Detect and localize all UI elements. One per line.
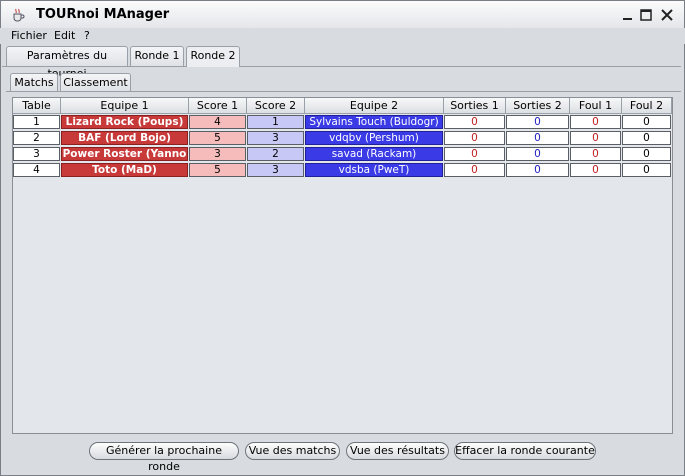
table-row-4-foul1[interactable]: 0 — [570, 163, 621, 177]
clear-round-button[interactable]: Effacer la ronde courante — [454, 442, 596, 460]
header-equipe-2[interactable]: Equipe 2 — [305, 98, 444, 114]
subtab-classement[interactable]: Classement — [60, 73, 131, 91]
tab-baseline-right — [240, 66, 681, 67]
table-row-3-team1[interactable]: Power Roster (Yanno — [61, 147, 188, 161]
table-row-3-sorties1[interactable]: 0 — [444, 147, 505, 161]
table-row-1-score1[interactable]: 4 — [189, 115, 246, 129]
tab-baseline — [2, 66, 186, 67]
table-row-3-score2[interactable]: 2 — [247, 147, 304, 161]
table-row-1-table[interactable]: 1 — [13, 115, 60, 129]
table-row-4-sorties1[interactable]: 0 — [444, 163, 505, 177]
table-row-4-foul2[interactable]: 0 — [622, 163, 671, 177]
table-row-1-sorties2[interactable]: 0 — [506, 115, 569, 129]
header-foul-2[interactable]: Foul 2 — [622, 98, 672, 114]
table-row-4-score2[interactable]: 3 — [247, 163, 304, 177]
table-row-2-foul1[interactable]: 0 — [570, 131, 621, 145]
menu-fichier[interactable]: Fichier — [11, 29, 47, 42]
table-row-4-table[interactable]: 4 — [13, 163, 60, 177]
table-row-4-team1[interactable]: Toto (MaD) — [61, 163, 188, 177]
generate-round-button[interactable]: Générer la prochaine ronde — [89, 442, 239, 473]
table-row-2-team1[interactable]: BAF (Lord Bojo) — [61, 131, 188, 145]
table-row-3-team2[interactable]: savad (Rackam) — [305, 147, 443, 161]
table-row-1-score2[interactable]: 1 — [247, 115, 304, 129]
table-row-3-foul2[interactable]: 0 — [622, 147, 671, 161]
java-cup-icon[interactable] — [10, 7, 26, 23]
table-row-2-sorties1[interactable]: 0 — [444, 131, 505, 145]
header-equipe-1[interactable]: Equipe 1 — [61, 98, 189, 114]
tab-ronde-1[interactable]: Ronde 1 — [130, 46, 184, 66]
menu-bar: Fichier Edit ? — [0, 28, 685, 44]
table-row-3-score1[interactable]: 3 — [189, 147, 246, 161]
table-row-2-foul2[interactable]: 0 — [622, 131, 671, 145]
header-score-2[interactable]: Score 2 — [247, 98, 305, 114]
subtab-matchs[interactable]: Matchs — [10, 73, 58, 91]
subtab-baseline — [6, 91, 681, 92]
table-row-1-foul1[interactable]: 0 — [570, 115, 621, 129]
table-row-1-team1[interactable]: Lizard Rock (Poups) — [61, 115, 188, 129]
title-bar: TOURnoi MAnager — [0, 0, 685, 28]
close-icon[interactable] — [660, 8, 674, 22]
results-view-button[interactable]: Vue des résultats — [346, 442, 449, 460]
header-sorties-1[interactable]: Sorties 1 — [444, 98, 506, 114]
table-row-3-table[interactable]: 3 — [13, 147, 60, 161]
menu-edit[interactable]: Edit — [54, 29, 75, 42]
table-row-2-score1[interactable]: 5 — [189, 131, 246, 145]
table-row-3-sorties2[interactable]: 0 — [506, 147, 569, 161]
header-foul-1[interactable]: Foul 1 — [570, 98, 622, 114]
table-row-3-foul1[interactable]: 0 — [570, 147, 621, 161]
table-row-4-score1[interactable]: 5 — [189, 163, 246, 177]
table-row-1-team2[interactable]: Sylvains Touch (Buldogr) — [305, 115, 443, 129]
table-row-4-team2[interactable]: vdsba (PweT) — [305, 163, 443, 177]
table-row-2-table[interactable]: 2 — [13, 131, 60, 145]
table-row-2-score2[interactable]: 3 — [247, 131, 304, 145]
table-row-1-sorties1[interactable]: 0 — [444, 115, 505, 129]
header-table[interactable]: Table — [13, 98, 61, 114]
header-sorties-2[interactable]: Sorties 2 — [506, 98, 570, 114]
table-row-2-team2[interactable]: vdqbv (Pershum) — [305, 131, 443, 145]
maximize-icon[interactable] — [639, 8, 653, 22]
tab-ronde-2[interactable]: Ronde 2 — [186, 46, 240, 67]
window-title: TOURnoi MAnager — [36, 7, 170, 22]
minimize-icon[interactable] — [621, 8, 635, 22]
matches-view-button[interactable]: Vue des matchs — [245, 442, 340, 460]
table-row-4-sorties2[interactable]: 0 — [506, 163, 569, 177]
tab-parametres[interactable]: Paramètres du tournoi — [6, 46, 128, 80]
header-score-1[interactable]: Score 1 — [189, 98, 247, 114]
table-row-2-sorties2[interactable]: 0 — [506, 131, 569, 145]
menu-help[interactable]: ? — [84, 29, 90, 42]
table-row-1-foul2[interactable]: 0 — [622, 115, 671, 129]
